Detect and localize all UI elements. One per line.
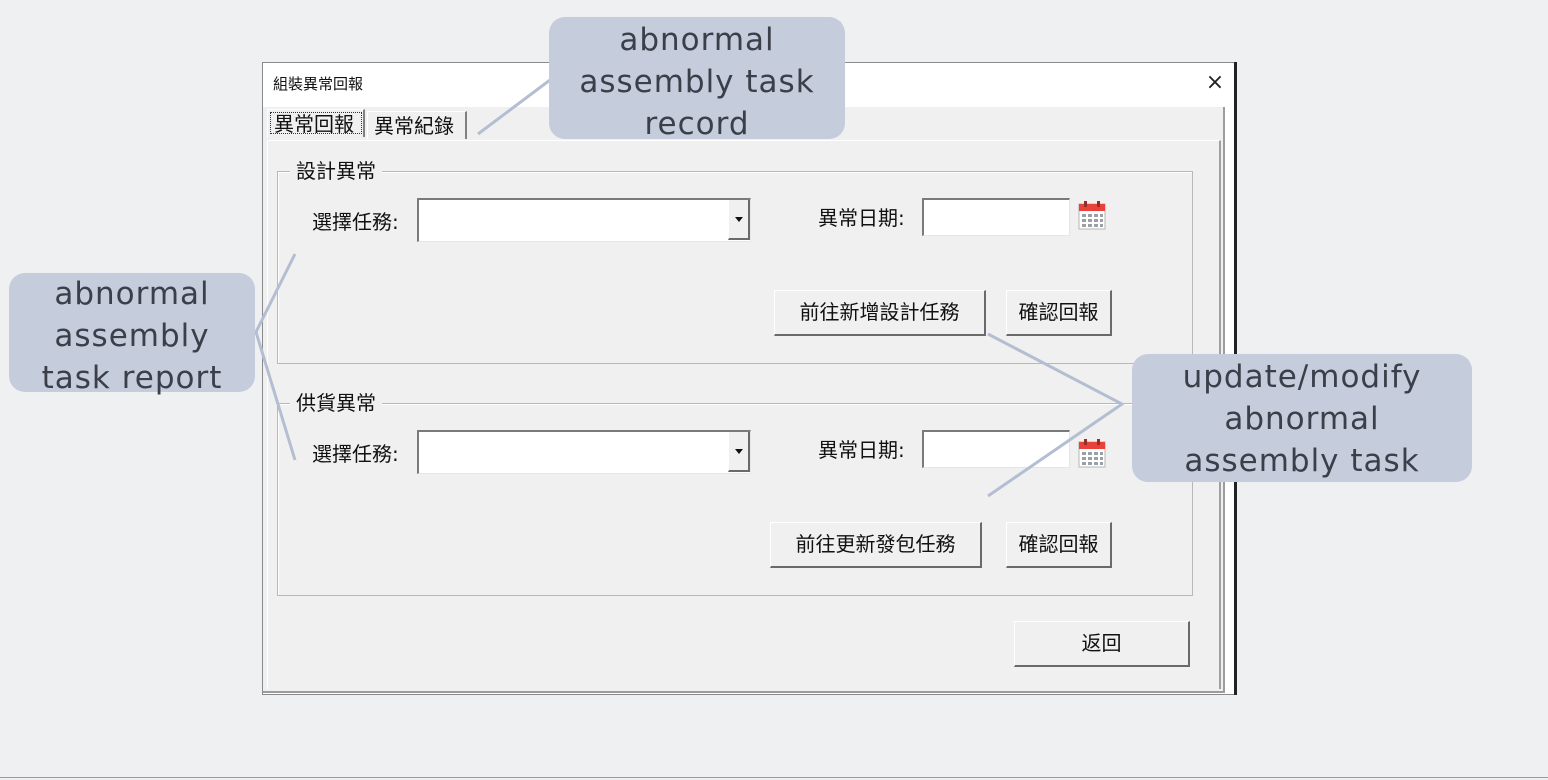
callout-abnormal-task-report: abnormal assembly task report [9,273,255,396]
callout-line: abnormal [1224,401,1380,437]
callout-line: update/modify [1182,359,1422,395]
callout-update-modify-task: update/modify abnormal assembly task [1132,354,1472,482]
callout-line: task report [41,360,223,396]
callout-line: abnormal [619,22,775,58]
callout-line: assembly task [579,64,815,100]
leader-line-report [254,253,297,461]
callout-line: abnormal [54,276,210,312]
callout-abnormal-task-record: abnormal assembly task record [549,17,845,142]
callout-line: record [644,106,750,142]
leader-line-record [477,78,551,136]
callout-line: assembly task [1184,443,1420,479]
callout-line: assembly [54,318,210,354]
leader-line-update [987,332,1125,498]
